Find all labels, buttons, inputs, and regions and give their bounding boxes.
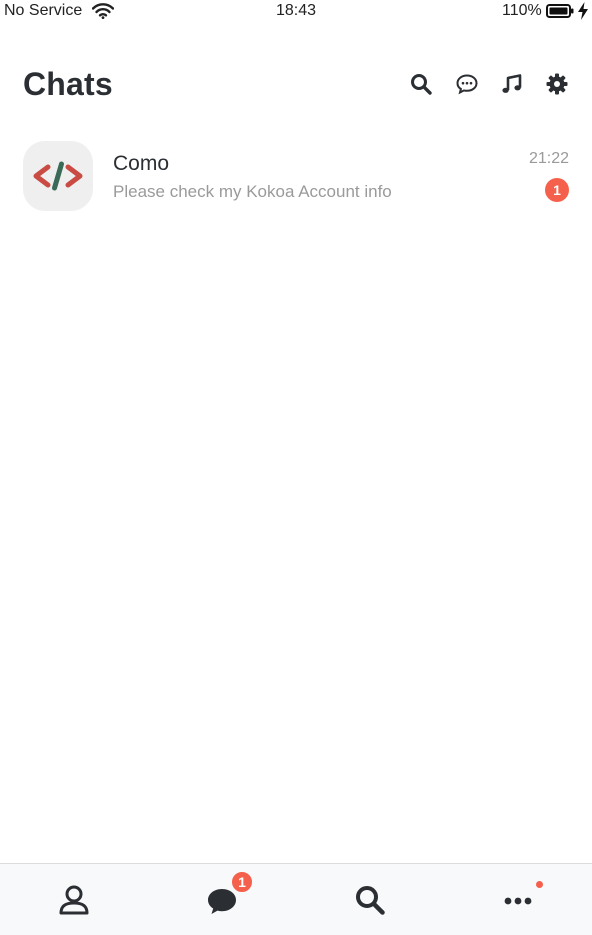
unread-badge: 1 <box>545 178 569 202</box>
chats-tab-badge: 1 <box>230 870 254 894</box>
more-dots-icon <box>504 897 532 905</box>
tab-chats[interactable]: 1 <box>148 864 296 935</box>
chat-preview: Please check my Kokoa Account info <box>113 182 392 201</box>
chat-name: Como <box>113 152 170 175</box>
tab-friends[interactable] <box>0 864 148 935</box>
music-button[interactable] <box>498 70 526 98</box>
tab-bar: 1 <box>0 863 592 935</box>
header: Chats <box>0 60 592 116</box>
chat-list: Como Please check my Kokoa Account info … <box>0 138 592 214</box>
chat-time: 21:22 <box>528 150 569 167</box>
tab-more[interactable] <box>444 864 592 935</box>
search-icon <box>356 886 385 915</box>
person-icon <box>59 885 89 915</box>
wifi-icon <box>92 3 114 19</box>
lightning-bolt-icon <box>578 2 588 20</box>
more-tab-dot <box>536 881 543 888</box>
music-note-icon <box>502 74 522 93</box>
status-bar: No Service 18:43 110% <box>0 0 592 24</box>
gear-icon <box>546 73 568 95</box>
search-icon <box>411 74 432 95</box>
status-time: 18:43 <box>276 2 317 19</box>
new-chat-icon <box>456 74 478 95</box>
settings-button[interactable] <box>543 70 571 98</box>
new-chat-button[interactable] <box>453 70 481 98</box>
screen: No Service 18:43 110% Chats Como Please … <box>0 0 592 935</box>
code-brackets-icon <box>33 161 83 191</box>
battery-icon <box>546 4 574 18</box>
battery-percent: 110% <box>502 2 542 19</box>
page-title: Chats <box>23 66 113 102</box>
chat-row-como[interactable]: Como Please check my Kokoa Account info … <box>0 138 592 214</box>
search-button[interactable] <box>407 70 435 98</box>
tab-search[interactable] <box>296 864 444 935</box>
carrier-label: No Service <box>4 2 83 19</box>
avatar <box>23 141 93 211</box>
